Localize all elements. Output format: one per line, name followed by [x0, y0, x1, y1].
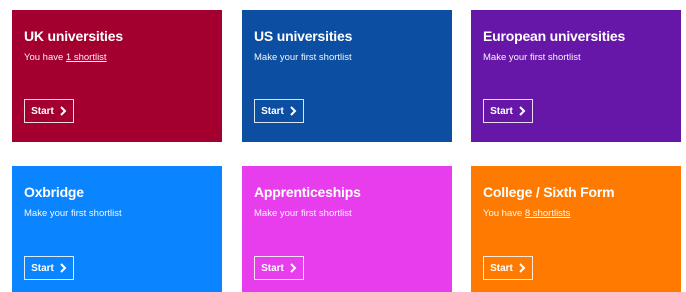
- subtitle-prefix: You have: [24, 52, 66, 63]
- card-college-sixth-form: College / Sixth Form You have 8 shortlis…: [471, 166, 681, 292]
- chevron-right-icon: [59, 263, 67, 273]
- card-title: Oxbridge: [24, 184, 84, 200]
- start-button[interactable]: Start: [483, 256, 533, 280]
- shortlist-link[interactable]: 8 shortlists: [525, 208, 570, 219]
- start-button[interactable]: Start: [483, 99, 533, 123]
- card-subtitle: Make your first shortlist: [254, 52, 352, 63]
- chevron-right-icon: [289, 263, 297, 273]
- start-button[interactable]: Start: [24, 256, 74, 280]
- card-subtitle: You have 8 shortlists: [483, 207, 669, 220]
- start-button-label: Start: [261, 105, 284, 117]
- start-button-label: Start: [490, 105, 513, 117]
- card-oxbridge: Oxbridge Make your first shortlist Start: [12, 166, 222, 292]
- shortlist-link[interactable]: 1 shortlist: [66, 52, 107, 63]
- chevron-right-icon: [289, 106, 297, 116]
- subtitle-prefix: You have: [483, 208, 525, 219]
- card-subtitle: Make your first shortlist: [24, 208, 122, 219]
- card-apprenticeships: Apprenticeships Make your first shortlis…: [242, 166, 452, 292]
- card-us-universities: US universities Make your first shortlis…: [242, 10, 452, 142]
- chevron-right-icon: [59, 106, 67, 116]
- card-subtitle: Make your first shortlist: [254, 208, 352, 219]
- card-subtitle: Make your first shortlist: [483, 52, 581, 63]
- chevron-right-icon: [518, 263, 526, 273]
- start-button-label: Start: [261, 262, 284, 274]
- start-button-label: Start: [31, 262, 54, 274]
- start-button-label: Start: [31, 105, 54, 117]
- card-uk-universities: UK universities You have 1 shortlist Sta…: [12, 10, 222, 142]
- shortlist-card-grid: UK universities You have 1 shortlist Sta…: [0, 0, 686, 292]
- card-title: European universities: [483, 28, 626, 44]
- start-button[interactable]: Start: [254, 99, 304, 123]
- card-title: US universities: [254, 28, 353, 44]
- card-title: UK universities: [24, 28, 123, 44]
- start-button[interactable]: Start: [254, 256, 304, 280]
- card-european-universities: European universities Make your first sh…: [471, 10, 681, 142]
- card-subtitle: You have 1 shortlist: [24, 51, 210, 64]
- start-button-label: Start: [490, 262, 513, 274]
- card-title: Apprenticeships: [254, 184, 361, 200]
- start-button[interactable]: Start: [24, 99, 74, 123]
- card-title: College / Sixth Form: [483, 184, 615, 200]
- chevron-right-icon: [518, 106, 526, 116]
